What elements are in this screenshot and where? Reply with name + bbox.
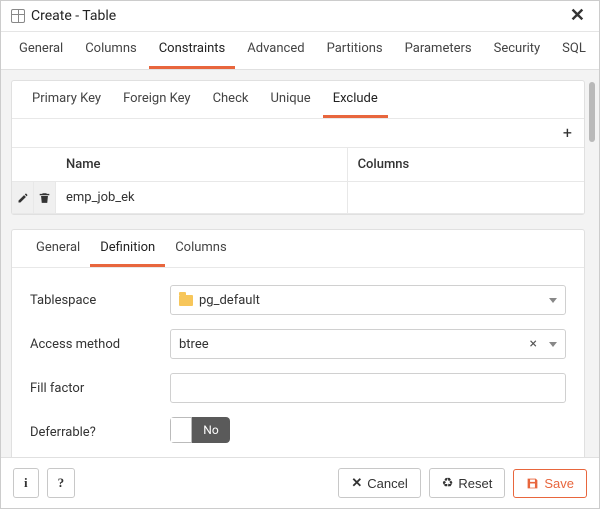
clear-access-method-button[interactable]: ×	[530, 336, 537, 352]
close-icon: ✕	[351, 475, 362, 491]
constraint-form-panel: General Definition Columns Tablespace pg…	[11, 229, 585, 457]
tablespace-label: Tablespace	[30, 293, 170, 308]
help-button[interactable]: ?	[47, 468, 76, 498]
fill-factor-label: Fill factor	[30, 381, 170, 396]
add-constraint-button[interactable]: +	[551, 119, 584, 147]
titlebar: Create - Table ✕	[1, 1, 599, 32]
access-method-label: Access method	[30, 337, 170, 352]
save-icon	[526, 477, 539, 490]
grid-add-row: +	[12, 119, 584, 148]
formtab-definition[interactable]: Definition	[90, 230, 165, 267]
formtab-columns[interactable]: Columns	[165, 230, 237, 267]
grid-row: emp_job_ek	[12, 182, 584, 214]
access-method-value: btree	[179, 337, 530, 352]
grid-cell-name[interactable]: emp_job_ek	[56, 182, 348, 213]
grid-header: Name Columns	[12, 148, 584, 182]
subtab-exclude[interactable]: Exclude	[323, 81, 388, 118]
constraint-form-tabs: General Definition Columns	[12, 230, 584, 268]
save-button[interactable]: Save	[513, 469, 587, 498]
tab-general[interactable]: General	[9, 32, 73, 69]
tab-columns[interactable]: Columns	[75, 32, 147, 69]
constraints-panel: Primary Key Foreign Key Check Unique Exc…	[11, 80, 585, 215]
dialog-footer: i ? ✕ Cancel ♻ Reset Save	[1, 457, 599, 508]
subtab-unique[interactable]: Unique	[260, 81, 320, 118]
edit-row-button[interactable]	[12, 182, 34, 213]
grid-cell-columns[interactable]	[348, 182, 584, 213]
deferrable-value: No	[192, 417, 230, 443]
toggle-knob	[170, 417, 192, 443]
tab-sql[interactable]: SQL	[552, 32, 596, 69]
formtab-general[interactable]: General	[26, 230, 90, 267]
table-icon	[11, 9, 25, 23]
constraint-form-body: Tablespace pg_default Access method btre…	[12, 268, 584, 457]
reset-button[interactable]: ♻ Reset	[429, 468, 506, 498]
tab-parameters[interactable]: Parameters	[395, 32, 482, 69]
subtab-primary-key[interactable]: Primary Key	[22, 81, 111, 118]
access-method-select[interactable]: btree ×	[170, 329, 566, 359]
chevron-down-icon	[549, 342, 557, 347]
tab-constraints[interactable]: Constraints	[149, 32, 236, 69]
delete-row-button[interactable]	[34, 182, 55, 213]
grid-header-name: Name	[56, 148, 348, 181]
tablespace-value: pg_default	[199, 293, 541, 308]
tablespace-select[interactable]: pg_default	[170, 285, 566, 315]
tab-advanced[interactable]: Advanced	[237, 32, 314, 69]
main-tabbar: General Columns Constraints Advanced Par…	[1, 32, 599, 70]
close-button[interactable]: ✕	[566, 7, 589, 25]
grid-header-columns: Columns	[348, 148, 584, 181]
deferrable-toggle[interactable]: No	[170, 417, 230, 443]
body-area: Primary Key Foreign Key Check Unique Exc…	[1, 70, 599, 457]
scrollbar-thumb[interactable]	[589, 82, 595, 142]
constraint-type-tabs: Primary Key Foreign Key Check Unique Exc…	[12, 81, 584, 119]
recycle-icon: ♻	[442, 475, 454, 491]
chevron-down-icon	[549, 298, 557, 303]
folder-icon	[179, 295, 193, 306]
subtab-foreign-key[interactable]: Foreign Key	[113, 81, 200, 118]
info-button[interactable]: i	[13, 468, 39, 498]
deferrable-label: Deferrable?	[30, 425, 170, 440]
cancel-button[interactable]: ✕ Cancel	[338, 468, 420, 498]
fill-factor-input[interactable]	[170, 373, 566, 403]
create-table-dialog: Create - Table ✕ General Columns Constra…	[0, 0, 600, 509]
tab-security[interactable]: Security	[484, 32, 551, 69]
subtab-check[interactable]: Check	[203, 81, 259, 118]
tab-partitions[interactable]: Partitions	[317, 32, 393, 69]
dialog-title: Create - Table	[31, 8, 566, 24]
